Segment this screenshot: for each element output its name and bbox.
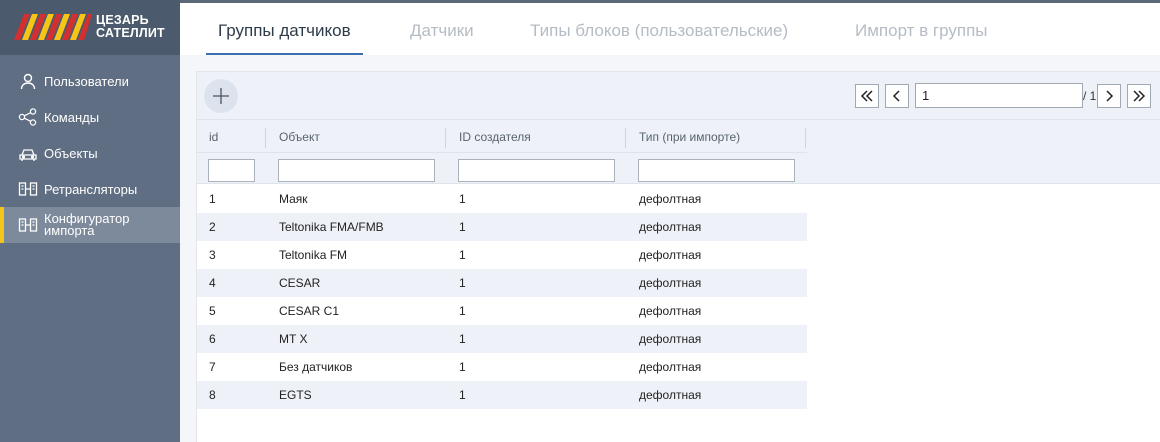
cell-id: 1 — [209, 192, 216, 206]
double-chevron-left-icon — [860, 90, 873, 102]
table-header: id Объект ID создателя Тип (при импорте) — [197, 120, 1160, 184]
page-total: / 1 — [1083, 89, 1097, 103]
cell-import-type: дефолтная — [639, 248, 702, 262]
brand-logo[interactable]: ЦЕЗАРЬ САТЕЛЛИТ — [0, 0, 180, 55]
chevron-left-icon — [892, 90, 900, 102]
cell-creator-id: 1 — [459, 248, 466, 262]
page-number-input[interactable] — [915, 83, 1083, 108]
cell-object: Teltonika FMA/FMB — [279, 220, 384, 234]
cell-creator-id: 1 — [459, 192, 466, 206]
column-header-id[interactable]: id — [209, 130, 218, 144]
column-divider[interactable] — [805, 128, 806, 148]
cell-creator-id: 1 — [459, 276, 466, 290]
last-page-button[interactable] — [1127, 84, 1151, 108]
share-icon — [18, 107, 38, 127]
main-panel: / 1 id Объект ID создателя Тип (при импо… — [196, 71, 1160, 442]
sidebar: ЦЕЗАРЬ САТЕЛЛИТ Пользователи Команды Объ… — [0, 0, 180, 442]
sidebar-item-label-line2: импорта — [44, 223, 95, 238]
first-page-button[interactable] — [855, 84, 879, 108]
cell-id: 3 — [209, 248, 216, 262]
sidebar-item-users[interactable]: Пользователи — [0, 63, 180, 99]
tab-bar: Группы датчиков Датчики Типы блоков (пол… — [180, 3, 1160, 55]
cell-import-type: дефолтная — [639, 276, 702, 290]
table-row[interactable]: 7 Без датчиков 1 дефолтная — [197, 353, 807, 381]
table-row[interactable]: 4 CESAR 1 дефолтная — [197, 269, 807, 297]
cell-object: EGTS — [279, 388, 312, 402]
table-row[interactable]: 8 EGTS 1 дефолтная — [197, 381, 807, 409]
cell-creator-id: 1 — [459, 304, 466, 318]
filter-creator-id-input[interactable] — [458, 159, 615, 182]
sidebar-item-commands[interactable]: Команды — [0, 99, 180, 135]
sidebar-item-label: Объекты — [44, 145, 98, 161]
double-chevron-right-icon — [1133, 90, 1146, 102]
cell-id: 2 — [209, 220, 216, 234]
sidebar-item-objects[interactable]: Объекты — [0, 135, 180, 171]
user-icon — [18, 71, 38, 91]
cell-creator-id: 1 — [459, 388, 466, 402]
sidebar-item-label: Пользователи — [44, 73, 129, 89]
cell-object: Teltonika FM — [279, 248, 348, 262]
sidebar-nav: Пользователи Команды Объекты Ретранслято… — [0, 63, 180, 243]
tab-sensors[interactable]: Датчики — [398, 3, 486, 55]
table-row[interactable]: 3 Teltonika FM 1 дефолтная — [197, 241, 807, 269]
header-divider — [197, 152, 807, 153]
filter-import-type-input[interactable] — [638, 159, 795, 182]
column-header-import-type[interactable]: Тип (при импорте) — [639, 130, 740, 144]
cell-creator-id: 1 — [459, 332, 466, 346]
tab-sensor-groups[interactable]: Группы датчиков — [206, 3, 363, 55]
cell-import-type: дефолтная — [639, 388, 702, 402]
car-icon — [18, 143, 38, 163]
cell-import-type: дефолтная — [639, 332, 702, 346]
cell-import-type: дефолтная — [639, 220, 702, 234]
cell-id: 5 — [209, 304, 216, 318]
filter-object-input[interactable] — [278, 159, 435, 182]
tab-block-types[interactable]: Типы блоков (пользовательские) — [518, 3, 800, 55]
brand-line2: САТЕЛЛИТ — [96, 26, 165, 40]
relay-icon — [18, 215, 38, 235]
column-header-creator-id[interactable]: ID создателя — [459, 130, 531, 144]
prev-page-button[interactable] — [885, 84, 909, 108]
cell-object: MT X — [279, 332, 308, 346]
table-row[interactable]: 5 CESAR C1 1 дефолтная — [197, 297, 807, 325]
sidebar-item-import-config[interactable]: Конфигуратор импорта — [0, 207, 180, 243]
filter-id-input[interactable] — [208, 159, 255, 182]
cell-object: CESAR C1 — [279, 304, 340, 318]
toolbar: / 1 — [197, 72, 1160, 120]
column-divider[interactable] — [445, 128, 446, 148]
cell-creator-id: 1 — [459, 360, 466, 374]
cell-import-type: дефолтная — [639, 360, 702, 374]
sidebar-item-label: Ретрансляторы — [44, 181, 138, 197]
add-button[interactable] — [204, 79, 238, 113]
sidebar-item-label: Команды — [44, 109, 100, 125]
cell-import-type: дефолтная — [639, 192, 702, 206]
column-header-object[interactable]: Объект — [279, 130, 320, 144]
relay-icon — [18, 179, 38, 199]
sidebar-item-label: Конфигуратор импорта — [44, 212, 129, 238]
plus-icon — [213, 88, 229, 104]
sidebar-item-relays[interactable]: Ретрансляторы — [0, 171, 180, 207]
tab-import-to-groups[interactable]: Импорт в группы — [843, 3, 1000, 55]
cell-object: Маяк — [279, 192, 308, 206]
next-page-button[interactable] — [1097, 84, 1121, 108]
chevron-right-icon — [1106, 90, 1114, 102]
table-row[interactable]: 6 MT X 1 дефолтная — [197, 325, 807, 353]
table-body: 1 Маяк 1 дефолтная 2 Teltonika FMA/FMB 1… — [197, 185, 1160, 409]
column-divider[interactable] — [625, 128, 626, 148]
cell-import-type: дефолтная — [639, 304, 702, 318]
logo-stripes-icon — [14, 14, 92, 40]
brand-name: ЦЕЗАРЬ САТЕЛЛИТ — [96, 14, 165, 40]
cell-object: Без датчиков — [279, 360, 353, 374]
cell-id: 7 — [209, 360, 216, 374]
column-divider[interactable] — [265, 128, 266, 148]
cell-id: 8 — [209, 388, 216, 402]
cell-id: 6 — [209, 332, 216, 346]
table-row[interactable]: 2 Teltonika FMA/FMB 1 дефолтная — [197, 213, 807, 241]
cell-id: 4 — [209, 276, 216, 290]
table-row[interactable]: 1 Маяк 1 дефолтная — [197, 185, 807, 213]
cell-creator-id: 1 — [459, 220, 466, 234]
cell-object: CESAR — [279, 276, 321, 290]
